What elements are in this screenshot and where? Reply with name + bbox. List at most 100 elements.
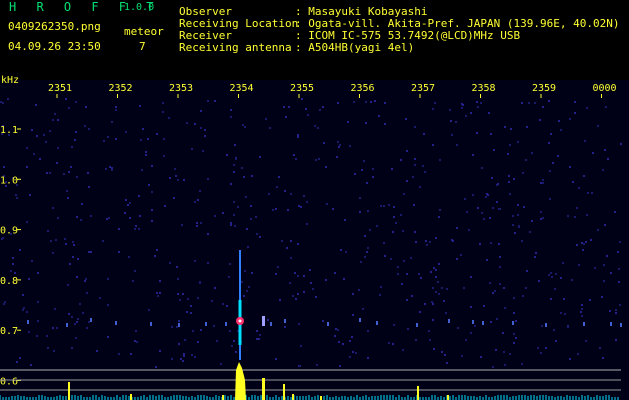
noise-dot — [602, 169, 604, 171]
noise-dot — [345, 251, 347, 253]
noise-dot — [604, 149, 606, 151]
noise-dot — [230, 109, 232, 111]
noise-dot — [226, 154, 228, 156]
noise-dot — [535, 252, 537, 254]
noise-dot — [178, 343, 180, 345]
noise-dot — [207, 262, 209, 264]
noise-dot — [490, 242, 492, 244]
noise-dot — [197, 341, 199, 343]
noise-dot — [599, 347, 601, 349]
noise-dot — [581, 315, 583, 317]
noise-dot — [297, 275, 299, 277]
noise-dot — [86, 292, 88, 294]
noise-dot — [540, 352, 542, 354]
noise-dot — [423, 133, 425, 135]
noise-dot — [45, 141, 47, 143]
noise-dot — [285, 116, 287, 118]
noise-dot — [549, 198, 551, 200]
noise-dot — [584, 140, 586, 142]
noise-dot — [315, 296, 317, 298]
noise-dot — [554, 288, 556, 290]
noise-dot — [364, 235, 366, 237]
noise-dot — [555, 273, 557, 275]
noise-dot — [343, 278, 345, 280]
noise-dot — [242, 124, 244, 126]
noise-dot — [297, 136, 299, 138]
noise-dot — [424, 303, 426, 305]
spectrogram-background — [0, 80, 629, 400]
noise-dot — [2, 237, 4, 239]
noise-dot — [222, 303, 224, 305]
noise-dot — [425, 240, 427, 242]
noise-dot — [374, 100, 376, 102]
noise-dot — [250, 218, 252, 220]
time-tick-label: 2351 — [48, 83, 72, 94]
noise-dot — [418, 273, 420, 275]
meteor-ping — [66, 323, 68, 327]
noise-dot — [298, 205, 300, 207]
noise-dot — [125, 131, 127, 133]
time-tick-label: 2356 — [350, 83, 374, 94]
noise-dot — [81, 203, 83, 205]
noise-dot — [281, 240, 283, 242]
noise-dot — [502, 332, 504, 334]
noise-dot — [370, 101, 372, 103]
noise-dot — [542, 106, 544, 108]
noise-dot — [68, 171, 70, 173]
noise-dot — [359, 197, 361, 199]
noise-dot — [0, 101, 2, 103]
noise-dot — [352, 293, 354, 295]
noise-dot — [140, 139, 142, 141]
noise-dot — [128, 256, 130, 258]
noise-dot — [353, 101, 355, 103]
noise-dot — [438, 216, 440, 218]
noise-dot — [105, 168, 107, 170]
noise-dot — [79, 303, 81, 305]
noise-dot — [415, 339, 417, 341]
noise-dot — [413, 204, 415, 206]
noise-dot — [439, 209, 441, 211]
noise-dot — [30, 364, 32, 366]
noise-dot — [614, 211, 616, 213]
noise-dot — [557, 155, 559, 157]
noise-dot — [388, 342, 390, 344]
noise-dot — [334, 272, 336, 274]
noise-dot — [488, 112, 490, 114]
noise-dot — [200, 110, 202, 112]
noise-dot — [214, 215, 216, 217]
noise-dot — [465, 339, 467, 341]
noise-dot — [406, 299, 408, 301]
noise-dot — [540, 182, 542, 184]
noise-dot — [211, 300, 213, 302]
noise-dot — [230, 224, 232, 226]
noise-dot — [171, 358, 173, 360]
noise-dot — [23, 307, 25, 309]
noise-dot — [135, 225, 137, 227]
noise-dot — [248, 286, 250, 288]
noise-dot — [151, 209, 153, 211]
noise-dot — [191, 148, 193, 150]
noise-dot — [435, 269, 437, 271]
noise-dot — [276, 186, 278, 188]
noise-dot — [437, 281, 439, 283]
noise-dot — [80, 219, 82, 221]
antenna-label: Receiving antenna — [179, 41, 292, 54]
noise-dot — [310, 282, 312, 284]
noise-dot — [526, 270, 528, 272]
noise-dot — [490, 133, 492, 135]
noise-dot — [255, 216, 257, 218]
noise-dot — [426, 244, 428, 246]
noise-dot — [513, 333, 515, 335]
noise-dot — [199, 281, 201, 283]
noise-dot — [74, 139, 76, 141]
noise-dot — [55, 239, 57, 241]
noise-dot — [233, 340, 235, 342]
noise-dot — [171, 326, 173, 328]
noise-dot — [526, 126, 528, 128]
noise-dot — [384, 255, 386, 257]
noise-dot — [141, 169, 143, 171]
noise-dot — [521, 363, 523, 365]
noise-dot — [569, 166, 571, 168]
noise-dot — [512, 215, 514, 217]
noise-dot — [204, 129, 206, 131]
